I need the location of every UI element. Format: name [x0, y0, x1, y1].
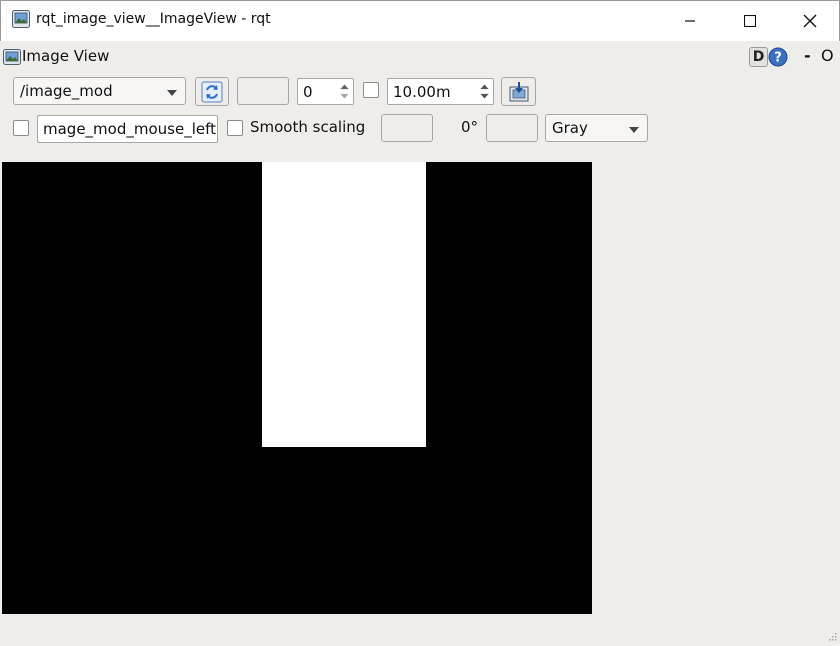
topic-combobox[interactable]: /image_mod	[13, 77, 186, 105]
options-button[interactable]: O	[821, 46, 834, 65]
svg-text:?: ?	[774, 51, 782, 66]
smooth-scaling-label: Smooth scaling	[250, 118, 366, 136]
maximize-icon	[744, 14, 756, 27]
refresh-icon	[201, 81, 223, 102]
resize-grip-icon[interactable]	[826, 628, 838, 641]
rotation-label: 0°	[461, 118, 479, 136]
chevron-down-icon	[629, 127, 639, 133]
refresh-topics-button[interactable]	[195, 77, 229, 106]
save-icon	[509, 81, 528, 101]
minimize-plugin-button[interactable]: -	[804, 46, 811, 65]
plugin-image-icon	[3, 48, 21, 66]
minimize-icon	[685, 19, 695, 22]
value-spinbox-text: 0	[303, 83, 313, 101]
window-title: rqt_image_view__ImageView - rqt	[36, 11, 271, 27]
image-white-region	[262, 162, 426, 447]
dynamic-range-checkbox[interactable]	[363, 82, 379, 98]
rotate-right-button[interactable]	[486, 114, 538, 142]
rotate-left-button[interactable]	[381, 114, 433, 142]
topic-combobox-value: /image_mod	[20, 82, 113, 100]
close-button[interactable]	[780, 0, 840, 41]
dock-button[interactable]: D	[749, 47, 768, 67]
mouse-topic-input[interactable]: mage_mod_mouse_left	[37, 115, 218, 143]
color-scheme-combobox[interactable]: Gray	[545, 114, 648, 142]
zoom-button[interactable]	[237, 77, 289, 105]
spin-arrows-icon[interactable]	[336, 79, 353, 104]
duration-spinbox-text: 10.00m	[393, 83, 451, 101]
smooth-scaling-checkbox[interactable]	[227, 120, 243, 136]
help-icon[interactable]: ?	[768, 47, 788, 67]
value-spinbox[interactable]: 0	[297, 78, 354, 105]
plugin-title: Image View	[22, 47, 110, 65]
spin-arrows-icon[interactable]	[476, 79, 493, 104]
minimize-button[interactable]	[660, 0, 720, 41]
close-icon	[803, 14, 817, 27]
mouse-topic-text: mage_mod_mouse_left	[43, 120, 216, 138]
color-scheme-value: Gray	[552, 119, 588, 137]
chevron-down-icon	[167, 90, 177, 96]
save-image-button[interactable]	[501, 77, 536, 106]
image-display[interactable]	[2, 162, 592, 614]
mouse-publish-checkbox[interactable]	[13, 120, 29, 136]
maximize-button[interactable]	[720, 0, 780, 41]
app-image-icon	[12, 10, 30, 28]
duration-spinbox[interactable]: 10.00m	[387, 78, 494, 105]
